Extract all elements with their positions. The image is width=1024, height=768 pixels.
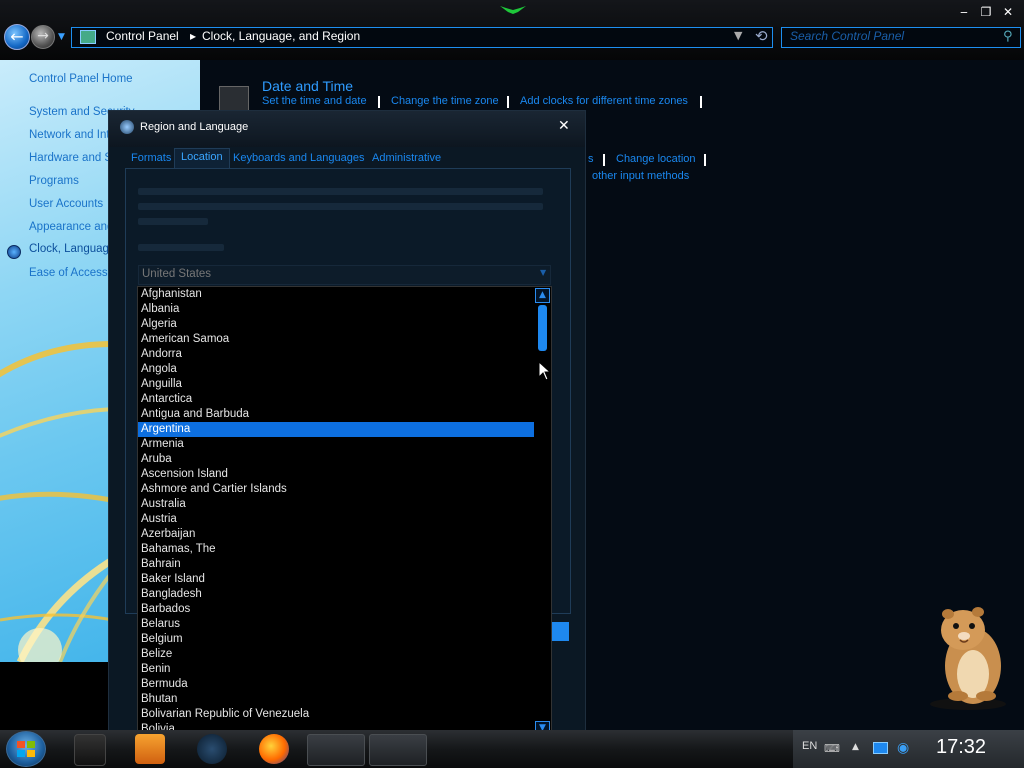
taskbar-app-icon[interactable] — [74, 734, 106, 766]
minimize-button[interactable]: ‒ — [956, 5, 972, 19]
list-item[interactable]: Ascension Island — [138, 467, 534, 482]
list-item[interactable]: Ashmore and Cartier Islands — [138, 482, 534, 497]
search-icon[interactable]: ⚲ — [1003, 29, 1013, 44]
obscured-description-line — [138, 203, 543, 210]
location-combobox-value: United States — [142, 268, 212, 280]
date-and-time-title[interactable]: Date and Time — [262, 78, 353, 94]
link-separator — [603, 154, 605, 166]
nav-control-panel-home[interactable]: Control Panel Home — [29, 73, 133, 85]
scroll-up-button[interactable]: ▲ — [535, 288, 550, 303]
back-button[interactable]: ← — [4, 24, 30, 50]
tab-location[interactable]: Location — [174, 148, 230, 168]
list-item[interactable]: Anguilla — [138, 377, 534, 392]
list-item[interactable]: Bahamas, The — [138, 542, 534, 557]
search-input[interactable]: Search Control Panel — [790, 29, 904, 43]
close-window-button[interactable]: ✕ — [1000, 5, 1016, 19]
list-item[interactable]: Bhutan — [138, 692, 534, 707]
chevron-down-icon[interactable]: ▼ — [540, 268, 546, 277]
breadcrumb-clock-language-region[interactable]: Clock, Language, and Region — [202, 29, 360, 43]
dialog-close-button[interactable]: ✕ — [558, 118, 570, 134]
control-panel-icon — [80, 30, 96, 44]
list-scrollbar[interactable] — [534, 287, 551, 737]
list-item[interactable]: Bermuda — [138, 677, 534, 692]
link-change-time-zone[interactable]: Change the time zone — [391, 95, 499, 107]
date-and-time-icon — [219, 86, 249, 112]
list-item[interactable]: Algeria — [138, 317, 534, 332]
link-partial-hidden[interactable]: s — [588, 153, 594, 165]
taskbar-control-panel-group[interactable] — [369, 734, 427, 766]
link-add-clocks[interactable]: Add clocks for different time zones — [520, 95, 688, 107]
list-item[interactable]: Albania — [138, 302, 534, 317]
mouse-cursor-icon — [538, 361, 552, 381]
nav-programs[interactable]: Programs — [29, 175, 79, 187]
list-item[interactable]: Barbados — [138, 602, 534, 617]
breadcrumb-control-panel[interactable]: Control Panel — [106, 29, 179, 43]
scrollbar-thumb[interactable] — [538, 305, 547, 351]
link-change-location[interactable]: Change location — [616, 153, 696, 165]
globe-icon — [120, 120, 134, 134]
tab-keyboards-and-languages[interactable]: Keyboards and Languages — [227, 150, 371, 168]
list-item[interactable]: Australia — [138, 497, 534, 512]
network-icon[interactable]: ◉ — [897, 740, 909, 756]
list-item[interactable]: Bahrain — [138, 557, 534, 572]
forward-button[interactable]: → — [31, 25, 55, 49]
windows-logo-icon — [17, 741, 35, 757]
list-item[interactable]: Antarctica — [138, 392, 534, 407]
list-item[interactable]: Belarus — [138, 617, 534, 632]
list-item[interactable]: Azerbaijan — [138, 527, 534, 542]
list-item[interactable]: Bolivarian Republic of Venezuela — [138, 707, 534, 722]
tab-formats[interactable]: Formats — [125, 150, 177, 168]
list-item[interactable]: Belize — [138, 647, 534, 662]
link-other-input-methods[interactable]: other input methods — [592, 170, 689, 182]
list-item[interactable]: Andorra — [138, 347, 534, 362]
browser-icon[interactable] — [197, 734, 227, 764]
obscured-current-location-label — [138, 244, 224, 251]
list-item[interactable]: Baker Island — [138, 572, 534, 587]
link-separator — [378, 96, 380, 108]
link-separator — [700, 96, 702, 108]
nav-user-accounts[interactable]: User Accounts — [29, 198, 103, 210]
list-item[interactable]: American Samoa — [138, 332, 534, 347]
link-set-time-and-date[interactable]: Set the time and date — [262, 95, 367, 107]
list-item[interactable]: Benin — [138, 662, 534, 677]
link-separator — [704, 154, 706, 166]
maximize-button[interactable]: ❐ — [978, 5, 994, 19]
tab-administrative[interactable]: Administrative — [366, 150, 447, 168]
list-item[interactable]: Angola — [138, 362, 534, 377]
list-item[interactable]: Bangladesh — [138, 587, 534, 602]
dialog-button-partial[interactable] — [551, 622, 569, 641]
window-glow-ornament — [500, 6, 526, 14]
list-item[interactable]: Aruba — [138, 452, 534, 467]
language-indicator[interactable]: EN — [802, 740, 817, 752]
taskbar-explorer-group[interactable] — [307, 734, 365, 766]
link-separator — [507, 96, 509, 108]
list-item[interactable]: Armenia — [138, 437, 534, 452]
obscured-description-line — [138, 218, 208, 225]
media-player-icon[interactable] — [135, 734, 165, 764]
firefox-icon[interactable] — [259, 734, 289, 764]
refresh-icon[interactable]: ⟲ — [755, 27, 768, 45]
breadcrumb-separator-icon[interactable]: ▸ — [190, 29, 196, 43]
keyboard-icon[interactable]: ⌨ — [824, 742, 840, 755]
recent-pages-dropdown-icon[interactable]: ▼ — [58, 32, 65, 42]
obscured-description-line — [138, 188, 543, 195]
dialog-title: Region and Language — [140, 121, 249, 133]
address-dropdown-icon[interactable]: ▼ — [734, 29, 742, 42]
list-item[interactable]: Austria — [138, 512, 534, 527]
action-center-icon[interactable] — [873, 742, 888, 754]
list-item[interactable]: Belgium — [138, 632, 534, 647]
clock[interactable]: 17:32 — [936, 736, 986, 759]
show-hidden-icons-icon[interactable]: ▲ — [852, 742, 859, 752]
list-item-selected[interactable]: Argentina — [138, 422, 534, 437]
list-item[interactable]: Afghanistan — [138, 287, 534, 302]
desktop-mascot-hamster — [930, 607, 1006, 710]
active-category-icon — [7, 245, 21, 259]
list-item[interactable]: Antigua and Barbuda — [138, 407, 534, 422]
nav-ease-of-access[interactable]: Ease of Access — [29, 267, 108, 279]
